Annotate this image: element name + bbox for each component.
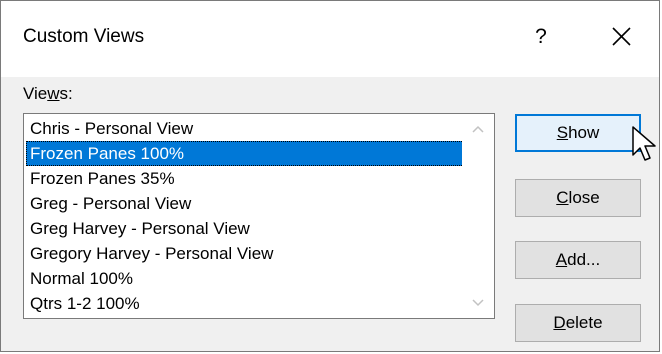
close-button[interactable]: Close xyxy=(515,179,641,217)
close-window-button[interactable] xyxy=(601,19,641,55)
list-item[interactable]: Greg Harvey - Personal View xyxy=(24,216,464,241)
add-button[interactable]: Add... xyxy=(515,241,641,279)
list-item[interactable]: Frozen Panes 35% xyxy=(24,166,464,191)
custom-views-dialog: Custom Views ? Views: Chris - Personal V… xyxy=(0,0,660,352)
close-button-mnemonic: C xyxy=(556,188,569,207)
delete-button-mnemonic: D xyxy=(553,313,566,332)
chevron-down-icon xyxy=(472,299,484,307)
list-item[interactable]: Gregory Harvey - Personal View xyxy=(24,241,464,266)
list-item[interactable]: Greg - Personal View xyxy=(24,191,464,216)
views-label: Views: xyxy=(23,84,73,104)
mouse-pointer-icon xyxy=(632,126,656,161)
scroll-down-button[interactable] xyxy=(462,288,494,318)
views-label-suffix: s: xyxy=(59,84,73,103)
vertical-scrollbar[interactable] xyxy=(462,114,494,318)
delete-button[interactable]: Delete xyxy=(515,304,641,342)
chevron-up-icon xyxy=(472,125,484,133)
scroll-up-button[interactable] xyxy=(462,114,494,144)
views-label-prefix: Vie xyxy=(23,84,48,103)
list-item[interactable]: Normal 100% xyxy=(24,266,464,291)
add-button-rest: dd... xyxy=(567,250,601,269)
list-item-selected[interactable]: Frozen Panes 100% xyxy=(26,141,464,166)
show-button-rest: how xyxy=(568,123,600,142)
views-list: Chris - Personal View Frozen Panes 100% … xyxy=(24,116,464,316)
show-button[interactable]: Show xyxy=(515,114,641,152)
dialog-title: Custom Views xyxy=(23,26,145,47)
delete-button-rest: elete xyxy=(565,313,603,332)
close-icon xyxy=(612,27,631,46)
views-listbox[interactable]: Chris - Personal View Frozen Panes 100% … xyxy=(23,113,495,319)
add-button-mnemonic: A xyxy=(555,250,568,269)
close-button-rest: lose xyxy=(568,188,600,207)
help-button[interactable]: ? xyxy=(523,19,559,55)
show-button-mnemonic: S xyxy=(556,123,569,142)
views-label-mnemonic: w xyxy=(47,84,60,103)
list-item[interactable]: Chris - Personal View xyxy=(24,116,464,141)
list-item[interactable]: Qtrs 1-2 100% xyxy=(24,291,464,316)
title-bar: Custom Views ? xyxy=(1,1,659,77)
